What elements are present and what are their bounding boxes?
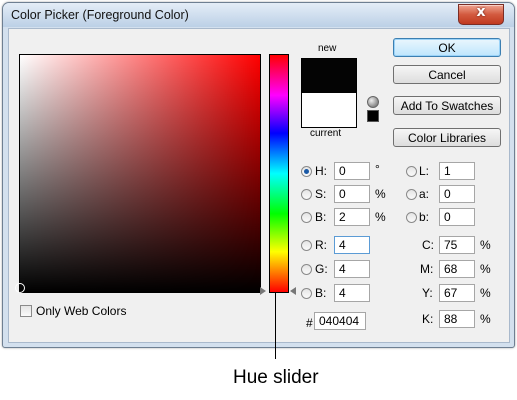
black-input[interactable]: 88 bbox=[439, 310, 475, 328]
brightness-radio[interactable] bbox=[301, 212, 312, 223]
saturation-label: S: bbox=[315, 187, 327, 201]
add-to-swatches-button[interactable]: Add To Swatches bbox=[393, 96, 501, 115]
close-icon: x bbox=[476, 4, 486, 20]
black-unit: % bbox=[480, 312, 491, 326]
lightness-input[interactable]: 1 bbox=[439, 162, 475, 180]
ok-button[interactable]: OK bbox=[393, 38, 501, 57]
cyan-input[interactable]: 75 bbox=[439, 236, 475, 254]
red-label: R: bbox=[315, 238, 327, 252]
gamut-warning-icon[interactable] bbox=[367, 96, 379, 108]
yellow-unit: % bbox=[480, 286, 491, 300]
b-channel-radio[interactable] bbox=[406, 212, 417, 223]
cyan-label: C: bbox=[422, 238, 434, 252]
lightness-label: L: bbox=[419, 164, 430, 178]
current-color-swatch[interactable] bbox=[302, 93, 356, 127]
blue-label: B: bbox=[315, 286, 327, 300]
b-channel-label: b: bbox=[419, 210, 430, 224]
color-preview bbox=[301, 58, 357, 128]
color-field-corner-icon bbox=[260, 287, 266, 295]
lightness-radio[interactable] bbox=[406, 166, 417, 177]
only-web-colors-checkbox[interactable] bbox=[20, 305, 32, 317]
brightness-unit: % bbox=[375, 210, 386, 224]
saturation-input[interactable]: 0 bbox=[334, 185, 370, 203]
hue-label: H: bbox=[315, 164, 327, 178]
a-channel-input[interactable]: 0 bbox=[439, 185, 475, 203]
red-radio[interactable] bbox=[301, 240, 312, 251]
yellow-label: Y: bbox=[422, 286, 433, 300]
close-button[interactable]: x bbox=[458, 4, 504, 25]
saturation-radio[interactable] bbox=[301, 189, 312, 200]
blue-input[interactable]: 4 bbox=[334, 284, 370, 302]
caption-text: Hue slider bbox=[233, 367, 319, 388]
color-libraries-button[interactable]: Color Libraries bbox=[393, 128, 501, 147]
blue-radio[interactable] bbox=[301, 288, 312, 299]
magenta-input[interactable]: 68 bbox=[439, 260, 475, 278]
green-radio[interactable] bbox=[301, 264, 312, 275]
window-title: Color Picker (Foreground Color) bbox=[11, 8, 189, 22]
web-safe-swatch[interactable] bbox=[367, 110, 379, 122]
red-input[interactable]: 4 bbox=[334, 236, 370, 254]
hue-radio[interactable] bbox=[301, 166, 312, 177]
b-channel-input[interactable]: 0 bbox=[439, 208, 475, 226]
color-field-marker[interactable] bbox=[15, 283, 25, 293]
hue-slider[interactable] bbox=[269, 54, 289, 293]
hex-input[interactable]: 040404 bbox=[314, 312, 366, 330]
color-field[interactable] bbox=[15, 54, 261, 293]
dialog-body: new current OK Cancel Add To Swatches Co… bbox=[8, 28, 510, 343]
title-bar: Color Picker (Foreground Color) x bbox=[3, 3, 514, 27]
yellow-input[interactable]: 67 bbox=[439, 284, 475, 302]
only-web-colors-label: Only Web Colors bbox=[36, 304, 127, 318]
cyan-unit: % bbox=[480, 238, 491, 252]
new-color-label: new bbox=[318, 43, 337, 54]
current-color-label: current bbox=[310, 128, 342, 139]
brightness-input[interactable]: 2 bbox=[334, 208, 370, 226]
hue-input[interactable]: 0 bbox=[334, 162, 370, 180]
green-input[interactable]: 4 bbox=[334, 260, 370, 278]
hue-slider-arrow-right-icon[interactable] bbox=[290, 287, 296, 295]
magenta-label: M: bbox=[420, 262, 434, 276]
new-color-swatch bbox=[302, 59, 356, 93]
saturation-unit: % bbox=[375, 187, 386, 201]
color-picker-dialog: Color Picker (Foreground Color) x new cu… bbox=[2, 2, 515, 348]
a-channel-label: a: bbox=[419, 187, 430, 201]
magenta-unit: % bbox=[480, 262, 491, 276]
black-label: K: bbox=[422, 312, 434, 326]
degree-unit: ° bbox=[375, 162, 380, 176]
a-channel-radio[interactable] bbox=[406, 189, 417, 200]
callout-line bbox=[275, 293, 276, 359]
brightness-label: B: bbox=[315, 210, 327, 224]
cancel-button[interactable]: Cancel bbox=[393, 65, 501, 84]
hex-label: # bbox=[306, 316, 313, 330]
green-label: G: bbox=[315, 262, 328, 276]
